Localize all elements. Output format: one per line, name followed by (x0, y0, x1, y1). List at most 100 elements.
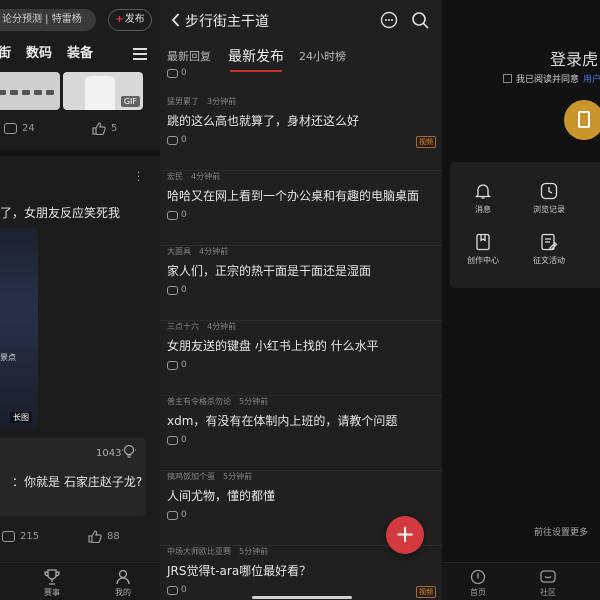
community-icon (540, 570, 556, 583)
agreement-row[interactable]: 我已阅读并同意 用户 (503, 72, 600, 85)
menu-icon[interactable] (133, 48, 147, 60)
tab-home[interactable]: 首页 (458, 569, 498, 598)
category-nav: 街 数码 装备 (0, 42, 108, 66)
login-title[interactable]: 登录虎 (550, 46, 598, 70)
post-item[interactable]: 中场大师欧比亚赛 5分钟前 JRS觉得t-ara哪位最好看？ 0 视频 (160, 546, 442, 600)
back-icon[interactable] (171, 13, 180, 27)
shirt-image (85, 76, 115, 110)
page-title: 步行街主干道 (185, 14, 269, 30)
comment-count[interactable]: 24 (4, 123, 35, 134)
trophy-icon (44, 569, 60, 585)
lightbulb-icon[interactable] (122, 444, 136, 460)
edit-doc-icon (541, 233, 558, 251)
comment-icon (167, 135, 178, 145)
comment-count: 0 (167, 210, 187, 220)
post-title: 哈哈又在网上看到一个办公桌和有趣的电脑桌面 (167, 189, 420, 203)
post-time: 3分钟前 (207, 97, 237, 106)
comment-count[interactable]: 215 (2, 531, 39, 542)
left-panel: 论分预测 | 特雷杨 +发布 街 数码 装备 GIF 24 5 · · · 了，女朋… (0, 0, 160, 600)
nav-item[interactable]: 数码 (26, 42, 52, 66)
bottom-tab-bar: 首页 社区 (442, 562, 600, 600)
tab-24h-ranking[interactable]: 24小时榜 (299, 48, 346, 64)
comment-count: 0 (167, 68, 187, 78)
image-tag: 景点 (0, 353, 16, 362)
grid-item-contest[interactable]: 征文活动 (524, 233, 574, 266)
gif-badge: GIF (120, 96, 140, 107)
user-icon (116, 569, 130, 585)
post-time: 4分钟前 (199, 247, 229, 256)
post-meta: 宏民 4分钟前 (167, 171, 228, 182)
agreement-checkbox[interactable] (503, 74, 512, 83)
post-title: JRS觉得t-ara哪位最好看？ (167, 564, 312, 578)
post-item[interactable]: 猛男累了 3分钟前 跳的这么高也就算了，身材还这么好 0 视频 (160, 96, 442, 171)
post-image[interactable]: 景点 长图 (0, 228, 38, 428)
post-item[interactable]: 普主有令格杀勿论 5分钟前 xdm，有没有在体制内上班的，请教个问题 0 (160, 396, 442, 471)
comment-icon (167, 210, 178, 220)
like-count[interactable]: 88 (88, 530, 120, 543)
comment-icon (167, 510, 178, 520)
grid-item-creator[interactable]: 创作中心 (458, 233, 508, 266)
post-meta: 三点十六 4分钟前 (167, 321, 244, 332)
comment-count: 0 (167, 585, 187, 595)
more-icon[interactable]: · · · (137, 169, 141, 187)
post-time: 4分钟前 (191, 172, 221, 181)
post-item[interactable]: 三点十六 4分钟前 女朋友送的键盘 小红书上找的 什么水平 0 (160, 321, 442, 396)
comment-count: 0 (167, 285, 187, 295)
bookmark-icon (476, 233, 490, 251)
phone-icon (578, 111, 590, 128)
post-author: 三点十六 (167, 322, 199, 331)
tab-community[interactable]: 社区 (528, 569, 568, 598)
bell-icon (474, 184, 492, 199)
grid-item-history[interactable]: 浏览记录 (524, 182, 574, 215)
board-panel: 步行街主干道 最新回复 最新发布 24小时榜 0 猛男累了 3分钟前 跳的这么高也… (160, 0, 442, 600)
post-author: 搞鸡饭加个蛋 (167, 472, 215, 481)
post-title: 跳的这么高也就算了，身材还这么好 (167, 114, 360, 128)
post-title: 人间尤物，懂的都懂 (167, 489, 276, 503)
light-count: 1043 (96, 448, 122, 459)
post-time: 4分钟前 (207, 322, 237, 331)
tab-matches[interactable]: 赛事 (32, 569, 72, 598)
post-thumbnail[interactable] (0, 72, 60, 110)
tab-latest-post[interactable]: 最新发布 (228, 46, 284, 66)
comment-icon (167, 435, 178, 445)
post-title[interactable]: 了，女朋友反应笑死我 (0, 204, 120, 221)
sort-tabs: 最新回复 最新发布 24小时榜 (160, 44, 442, 72)
post-author: 普主有令格杀勿论 (167, 397, 231, 406)
comment-icon (4, 123, 17, 134)
publish-button[interactable]: +发布 (108, 9, 152, 31)
post-time: 5分钟前 (239, 547, 269, 556)
post-author: 中场大师欧比亚赛 (167, 547, 231, 556)
tab-latest-reply[interactable]: 最新回复 (167, 48, 211, 64)
bottom-tab-bar: 赛事 我的 (0, 562, 160, 600)
post-title: 女朋友送的键盘 小红书上找的 什么水平 (167, 339, 379, 353)
agreement-link[interactable]: 用户 (583, 72, 600, 85)
post-author: 大面具 (167, 247, 191, 256)
comment-icon (167, 285, 178, 295)
comment-count: 0 (167, 360, 187, 370)
search-bar[interactable]: 论分预测 | 特雷杨 (0, 9, 96, 31)
post-meta: 中场大师欧比亚赛 5分钟前 (167, 546, 276, 557)
post-time: 5分钟前 (223, 472, 253, 481)
settings-link[interactable]: 前往设置更多 (534, 525, 588, 538)
nav-item[interactable]: 装备 (67, 42, 93, 66)
post-title: 家人们，正宗的热干面是干面还是湿面 (167, 264, 372, 278)
comment-icon (167, 68, 178, 78)
post-meta: 猛男累了 3分钟前 (167, 96, 244, 107)
search-icon[interactable] (411, 11, 429, 29)
like-count[interactable]: 5 (92, 122, 117, 135)
nav-item[interactable]: 街 (0, 42, 11, 66)
grid-item-messages[interactable]: 消息 (458, 182, 508, 215)
chat-icon[interactable] (380, 11, 398, 29)
video-badge: 视频 (416, 136, 436, 148)
floating-action-button[interactable] (564, 100, 600, 140)
tab-mine[interactable]: 我的 (103, 569, 143, 598)
post-thumbnail[interactable]: GIF (63, 72, 143, 110)
hot-comment-text: ：你就是 石家庄赵子龙? (12, 475, 143, 489)
new-post-button[interactable]: + (386, 516, 424, 554)
video-badge: 视频 (416, 586, 436, 598)
comment-icon (167, 360, 178, 370)
feature-grid: 消息 浏览记录 创作中心 征文活动 (450, 162, 600, 288)
post-meta: 普主有令格杀勿论 5分钟前 (167, 396, 276, 407)
post-item[interactable]: 大面具 4分钟前 家人们，正宗的热干面是干面还是湿面 0 (160, 246, 442, 321)
post-item[interactable]: 宏民 4分钟前 哈哈又在网上看到一个办公桌和有趣的电脑桌面 0 (160, 171, 442, 246)
